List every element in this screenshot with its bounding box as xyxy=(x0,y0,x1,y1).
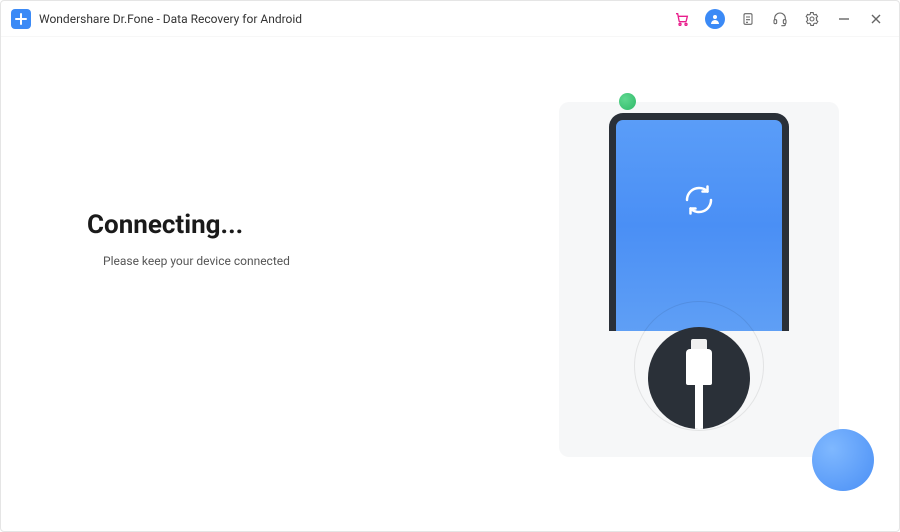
decorative-blue-sphere xyxy=(812,429,874,491)
window-controls xyxy=(837,12,883,26)
status-heading: Connecting... xyxy=(87,210,499,240)
sync-icon xyxy=(679,180,719,220)
phone-illustration xyxy=(609,113,789,331)
status-panel: Connecting... Please keep your device co… xyxy=(1,37,499,531)
cable-body-icon xyxy=(686,349,712,385)
decorative-green-dot xyxy=(619,93,636,110)
main-content: Connecting... Please keep your device co… xyxy=(1,37,899,531)
cable-wire-icon xyxy=(695,383,703,429)
window-title: Wondershare Dr.Fone - Data Recovery for … xyxy=(39,12,302,26)
minimize-button[interactable] xyxy=(837,12,851,26)
titlebar: Wondershare Dr.Fone - Data Recovery for … xyxy=(1,1,899,37)
connector-circle xyxy=(648,327,750,429)
status-subtitle: Please keep your device connected xyxy=(103,254,499,268)
cart-icon[interactable] xyxy=(673,10,691,28)
cable-tip-icon xyxy=(691,339,707,349)
app-logo-icon xyxy=(11,9,31,29)
connector-illustration xyxy=(634,301,764,431)
gear-icon[interactable] xyxy=(803,10,821,28)
close-button[interactable] xyxy=(869,12,883,26)
clipboard-icon[interactable] xyxy=(739,10,757,28)
headset-icon[interactable] xyxy=(771,10,789,28)
user-icon[interactable] xyxy=(705,9,725,29)
illustration-panel xyxy=(499,37,899,531)
titlebar-actions xyxy=(673,9,821,29)
